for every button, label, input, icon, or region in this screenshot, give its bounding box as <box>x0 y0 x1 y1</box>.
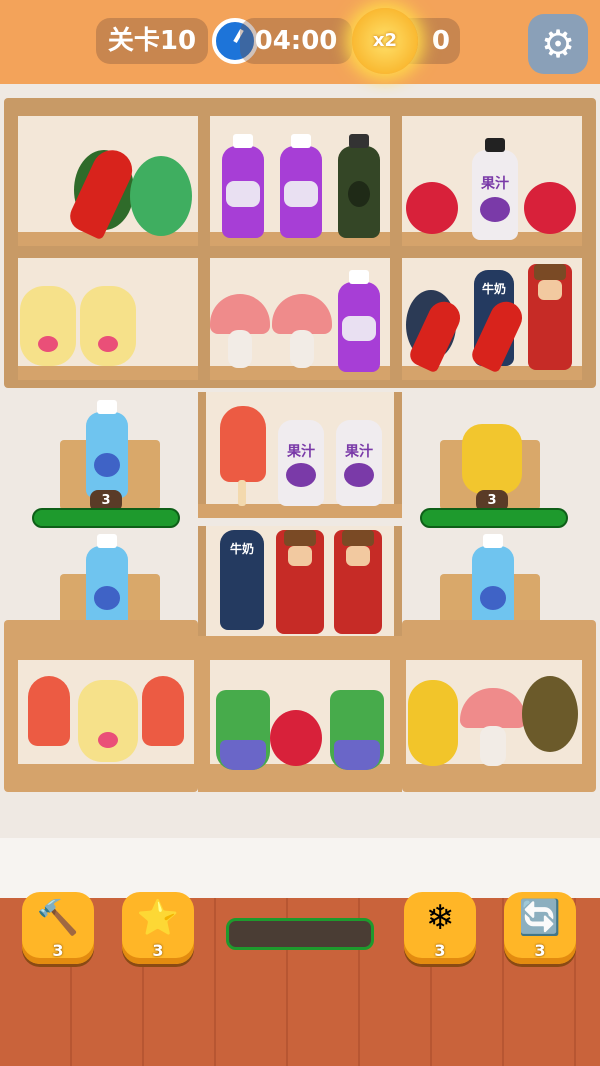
teddy-bear-item[interactable] <box>78 680 138 762</box>
booster-count: 3 <box>534 941 546 960</box>
collection-tray <box>226 918 374 950</box>
potted-aloe-item[interactable] <box>216 690 270 770</box>
juice-can-item[interactable]: 果汁 <box>336 420 382 506</box>
progress-bar <box>32 508 180 528</box>
ice-pop-item[interactable] <box>142 676 184 746</box>
ice-pop-item[interactable] <box>28 676 70 746</box>
swiss-roll-item[interactable] <box>462 424 522 494</box>
juice-can-item[interactable]: 果汁 <box>472 138 518 240</box>
juice-can-item[interactable]: 果汁 <box>278 420 324 506</box>
mushroom-stem <box>228 330 252 368</box>
shuffle-icon: 🔄 <box>518 898 562 938</box>
grape-juice-bottle-item[interactable] <box>222 134 264 238</box>
radish-item[interactable] <box>270 710 322 766</box>
grape-juice-bottle-item[interactable] <box>280 134 322 238</box>
teddy-bear-item[interactable] <box>20 286 76 366</box>
juice-label: 果汁 <box>345 443 373 460</box>
snowflake-icon: ❄ <box>425 898 455 938</box>
counter-top <box>0 838 600 898</box>
level-indicator: 关卡10 <box>96 18 208 64</box>
mushroom-stem <box>290 330 314 368</box>
magic-wand-icon: ⭐ <box>136 898 180 938</box>
milk-carton-item[interactable]: 牛奶 <box>220 530 264 630</box>
booster-count: 3 <box>434 941 446 960</box>
booster-count: 3 <box>52 941 64 960</box>
durian-item[interactable] <box>408 680 458 766</box>
green-bottle-item[interactable] <box>338 134 380 238</box>
artichoke-item[interactable] <box>130 156 192 236</box>
progress-bar <box>420 508 568 528</box>
radish-item[interactable] <box>524 182 576 234</box>
magic-wand-booster-button[interactable]: ⭐ 3 <box>122 892 194 964</box>
grape-juice-bottle-item[interactable] <box>338 270 380 372</box>
juice-label: 果汁 <box>287 443 315 460</box>
blueberry-water-bottle-item[interactable] <box>86 534 128 630</box>
hammer-icon: 🔨 <box>36 898 80 938</box>
timer: 04:00 <box>240 18 352 64</box>
blueberry-water-bottle-item[interactable] <box>472 534 514 630</box>
milk-label: 牛奶 <box>481 281 506 296</box>
gear-icon[interactable] <box>528 14 588 74</box>
ice-pop-item[interactable] <box>220 406 266 482</box>
ice-pop-stick <box>238 480 246 506</box>
milk-label: 牛奶 <box>229 542 254 556</box>
freeze-booster-button[interactable]: ❄ 3 <box>404 892 476 964</box>
nutcracker-item[interactable] <box>276 530 324 634</box>
hammer-booster-button[interactable]: 🔨 3 <box>22 892 94 964</box>
booster-count: 3 <box>152 941 164 960</box>
shuffle-booster-button[interactable]: 🔄 3 <box>504 892 576 964</box>
star-multiplier-icon: x2 <box>352 8 418 74</box>
multiplier-text: x2 <box>372 30 398 51</box>
blueberry-water-bottle-item[interactable] <box>86 400 128 498</box>
potted-aloe-item[interactable] <box>330 690 384 770</box>
durian-item[interactable] <box>522 676 578 752</box>
nutcracker-item[interactable] <box>528 264 572 370</box>
juice-label: 果汁 <box>481 176 509 193</box>
teddy-bear-item[interactable] <box>80 286 136 366</box>
radish-item[interactable] <box>406 182 458 234</box>
nutcracker-item[interactable] <box>334 530 382 634</box>
mushroom-stem <box>480 726 506 766</box>
